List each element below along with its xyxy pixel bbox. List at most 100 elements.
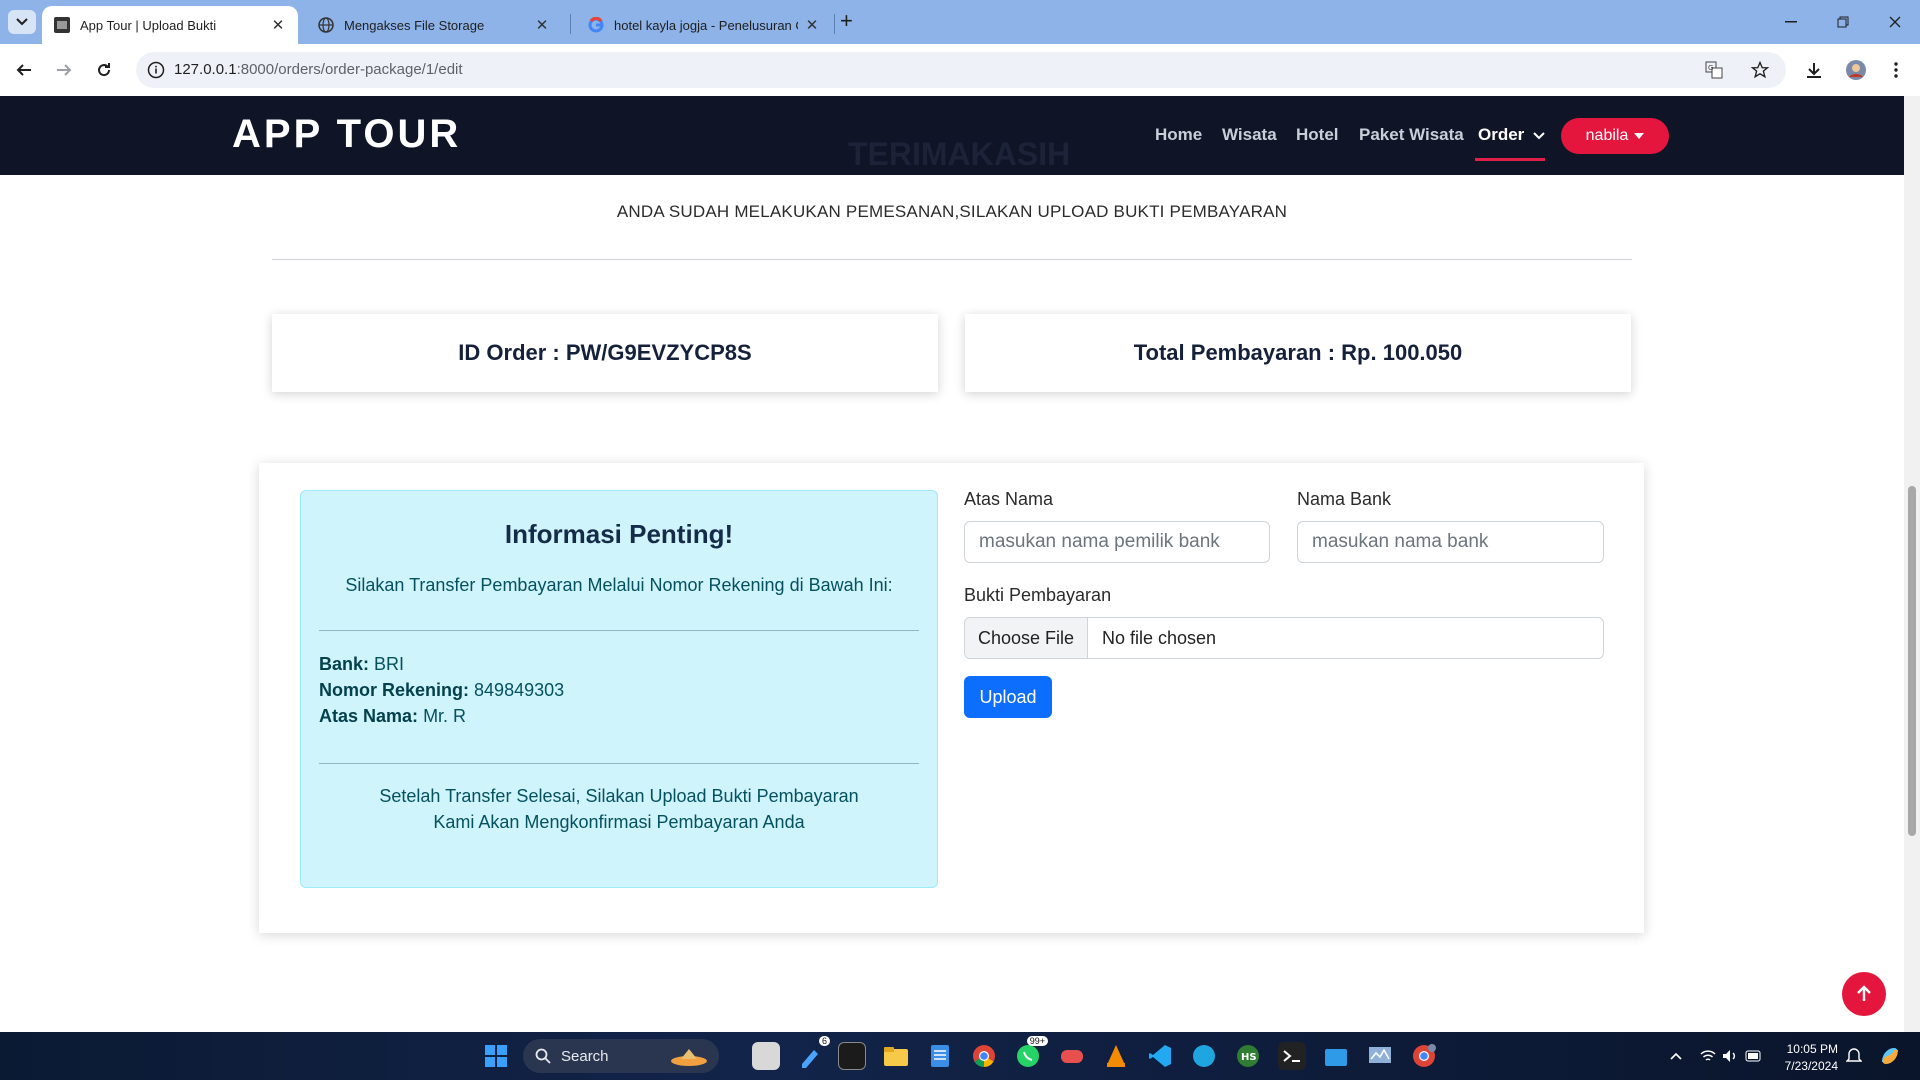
upload-button[interactable]: Upload bbox=[964, 676, 1052, 718]
edge-like-icon[interactable] bbox=[1190, 1042, 1218, 1070]
user-name: nabila bbox=[1585, 127, 1629, 144]
url-text: 127.0.0.1:8000/orders/order-package/1/ed… bbox=[174, 61, 463, 78]
account-number-line: Nomor Rekening: 849849303 bbox=[319, 680, 564, 701]
account-name-label: Atas Nama: bbox=[319, 706, 419, 726]
bookmark-star-icon[interactable] bbox=[1750, 60, 1770, 80]
task-view-icon[interactable] bbox=[752, 1042, 780, 1070]
site-info-icon[interactable] bbox=[146, 60, 166, 80]
battery-icon[interactable] bbox=[1740, 1042, 1768, 1070]
vlc-icon[interactable] bbox=[1102, 1042, 1130, 1070]
pen-app-icon[interactable]: 6 bbox=[796, 1036, 830, 1070]
download-icon[interactable] bbox=[1802, 58, 1826, 82]
nav-wisata[interactable]: Wisata bbox=[1222, 125, 1277, 145]
user-menu-button[interactable]: nabila bbox=[1561, 118, 1669, 154]
back-arrow-icon[interactable] bbox=[12, 58, 36, 82]
active-nav-indicator bbox=[1475, 158, 1545, 161]
taskbar-search-label: Search bbox=[561, 1047, 609, 1065]
choose-file-button[interactable]: Choose File bbox=[965, 618, 1088, 658]
tab-title: Mengakses File Storage bbox=[344, 17, 485, 33]
powershell-icon[interactable] bbox=[1278, 1042, 1306, 1070]
restore-icon[interactable] bbox=[1820, 8, 1866, 36]
tab-separator bbox=[834, 14, 835, 34]
chrome-active-icon[interactable] bbox=[1410, 1042, 1438, 1070]
taskbar-search[interactable]: Search bbox=[523, 1039, 719, 1073]
page-content: TERIMAKASIH APP TOUR Home Wisata Hotel P… bbox=[0, 96, 1904, 1032]
site-brand[interactable]: APP TOUR bbox=[232, 112, 461, 157]
back-to-top-button[interactable] bbox=[1842, 972, 1886, 1016]
file-explorer-icon[interactable] bbox=[882, 1042, 910, 1070]
clock-date[interactable]: 7/23/2024 bbox=[1768, 1059, 1838, 1073]
tab-title: App Tour | Upload Bukti bbox=[80, 17, 217, 33]
svg-text:HS: HS bbox=[1241, 1052, 1257, 1063]
total-payment-text: Total Pembayaran : Rp. 100.050 bbox=[1133, 340, 1463, 365]
nav-home[interactable]: Home bbox=[1155, 125, 1202, 145]
tab-google-search[interactable]: hotel kayla jogja - Penelusuran Go ✕ bbox=[576, 6, 832, 44]
tab-search-button[interactable] bbox=[8, 10, 36, 34]
translate-icon[interactable]: G bbox=[1704, 60, 1724, 80]
close-tab-icon[interactable]: ✕ bbox=[534, 16, 550, 34]
atas-nama-input[interactable] bbox=[964, 521, 1270, 563]
notification-badge: 6 bbox=[818, 1036, 830, 1046]
important-info-alert: Informasi Penting! Silakan Transfer Pemb… bbox=[300, 490, 938, 888]
profile-avatar[interactable] bbox=[1844, 58, 1868, 82]
notification-badge: 99+ bbox=[1026, 1036, 1048, 1046]
tab-app-tour[interactable]: App Tour | Upload Bukti ✕ bbox=[42, 6, 298, 44]
bukti-pembayaran-file-input[interactable]: Choose File No file chosen bbox=[964, 617, 1604, 659]
game-app-icon[interactable] bbox=[1058, 1042, 1086, 1070]
bank-line: Bank: BRI bbox=[319, 654, 404, 675]
info-subtitle: Silakan Transfer Pembayaran Melalui Nomo… bbox=[345, 575, 893, 595]
info-footer-line-1: Setelah Transfer Selesai, Silakan Upload… bbox=[379, 786, 859, 806]
search-highlight-icon bbox=[671, 1049, 707, 1066]
divider bbox=[272, 259, 1632, 260]
nav-hotel[interactable]: Hotel bbox=[1296, 125, 1339, 145]
tray-chevron-up-icon[interactable] bbox=[1662, 1042, 1690, 1070]
chevron-down-icon bbox=[1533, 132, 1545, 140]
atas-nama-label: Atas Nama bbox=[964, 489, 1054, 509]
new-tab-plus-icon[interactable]: + bbox=[840, 8, 853, 34]
chevron-down-icon bbox=[16, 18, 28, 26]
close-tab-icon[interactable]: ✕ bbox=[804, 16, 820, 34]
windows-start-icon[interactable] bbox=[482, 1042, 510, 1070]
vscode-icon[interactable] bbox=[1146, 1042, 1174, 1070]
windows-taskbar: Search 6 99+ HS 10:05 PM 7/23/2024 bbox=[0, 1032, 1920, 1080]
whatsapp-icon[interactable]: 99+ bbox=[1014, 1036, 1048, 1070]
account-name-line: Atas Nama: Mr. R bbox=[319, 706, 466, 727]
site-navbar: TERIMAKASIH APP TOUR Home Wisata Hotel P… bbox=[0, 96, 1904, 175]
account-name-value: Mr. R bbox=[423, 706, 467, 726]
bank-value: BRI bbox=[374, 654, 405, 674]
copilot-icon[interactable] bbox=[1876, 1042, 1904, 1070]
terminal-icon[interactable] bbox=[838, 1042, 866, 1070]
page-scrollbar[interactable] bbox=[1904, 96, 1920, 1032]
svg-text:G: G bbox=[1708, 64, 1713, 72]
info-divider bbox=[319, 630, 919, 631]
tab-separator bbox=[570, 14, 571, 34]
forward-arrow-icon[interactable] bbox=[52, 58, 76, 82]
nav-paket-wisata[interactable]: Paket Wisata bbox=[1359, 125, 1464, 145]
heidisql-icon[interactable]: HS bbox=[1234, 1042, 1262, 1070]
total-payment-card: Total Pembayaran : Rp. 100.050 bbox=[965, 314, 1631, 392]
address-bar[interactable]: 127.0.0.1:8000/orders/order-package/1/ed… bbox=[136, 52, 1786, 88]
tab-file-storage[interactable]: Mengakses File Storage ✕ bbox=[306, 6, 562, 44]
file-name-text: No file chosen bbox=[1102, 627, 1217, 648]
nav-order-dropdown[interactable]: Order bbox=[1478, 125, 1545, 145]
chrome-icon[interactable] bbox=[970, 1042, 998, 1070]
notification-bell-icon[interactable] bbox=[1840, 1042, 1868, 1070]
arrow-up-icon bbox=[1857, 985, 1871, 1001]
scrollbar-thumb[interactable] bbox=[1908, 486, 1916, 836]
close-window-icon[interactable] bbox=[1872, 8, 1918, 36]
info-title: Informasi Penting! bbox=[504, 519, 734, 549]
notepad-icon[interactable] bbox=[926, 1042, 954, 1070]
store-icon[interactable] bbox=[1322, 1042, 1350, 1070]
nama-bank-input[interactable] bbox=[1297, 521, 1604, 563]
browser-tab-strip: App Tour | Upload Bukti ✕ Mengakses File… bbox=[0, 0, 1920, 44]
order-confirmation-text: ANDA SUDAH MELAKUKAN PEMESANAN,SILAKAN U… bbox=[616, 202, 1288, 221]
more-menu-icon[interactable] bbox=[1884, 58, 1908, 82]
info-footer-line-2: Kami Akan Mengkonfirmasi Pembayaran Anda bbox=[433, 812, 805, 832]
reload-icon[interactable] bbox=[92, 58, 116, 82]
clock-time[interactable]: 10:05 PM bbox=[1768, 1042, 1838, 1056]
close-tab-icon[interactable]: ✕ bbox=[270, 16, 286, 34]
monitor-app-icon[interactable] bbox=[1366, 1042, 1394, 1070]
tab-title: hotel kayla jogja - Penelusuran Go bbox=[614, 17, 798, 33]
order-id-text: ID Order : PW/G9EVZYCP8S bbox=[458, 340, 752, 365]
minimize-icon[interactable] bbox=[1768, 8, 1814, 36]
